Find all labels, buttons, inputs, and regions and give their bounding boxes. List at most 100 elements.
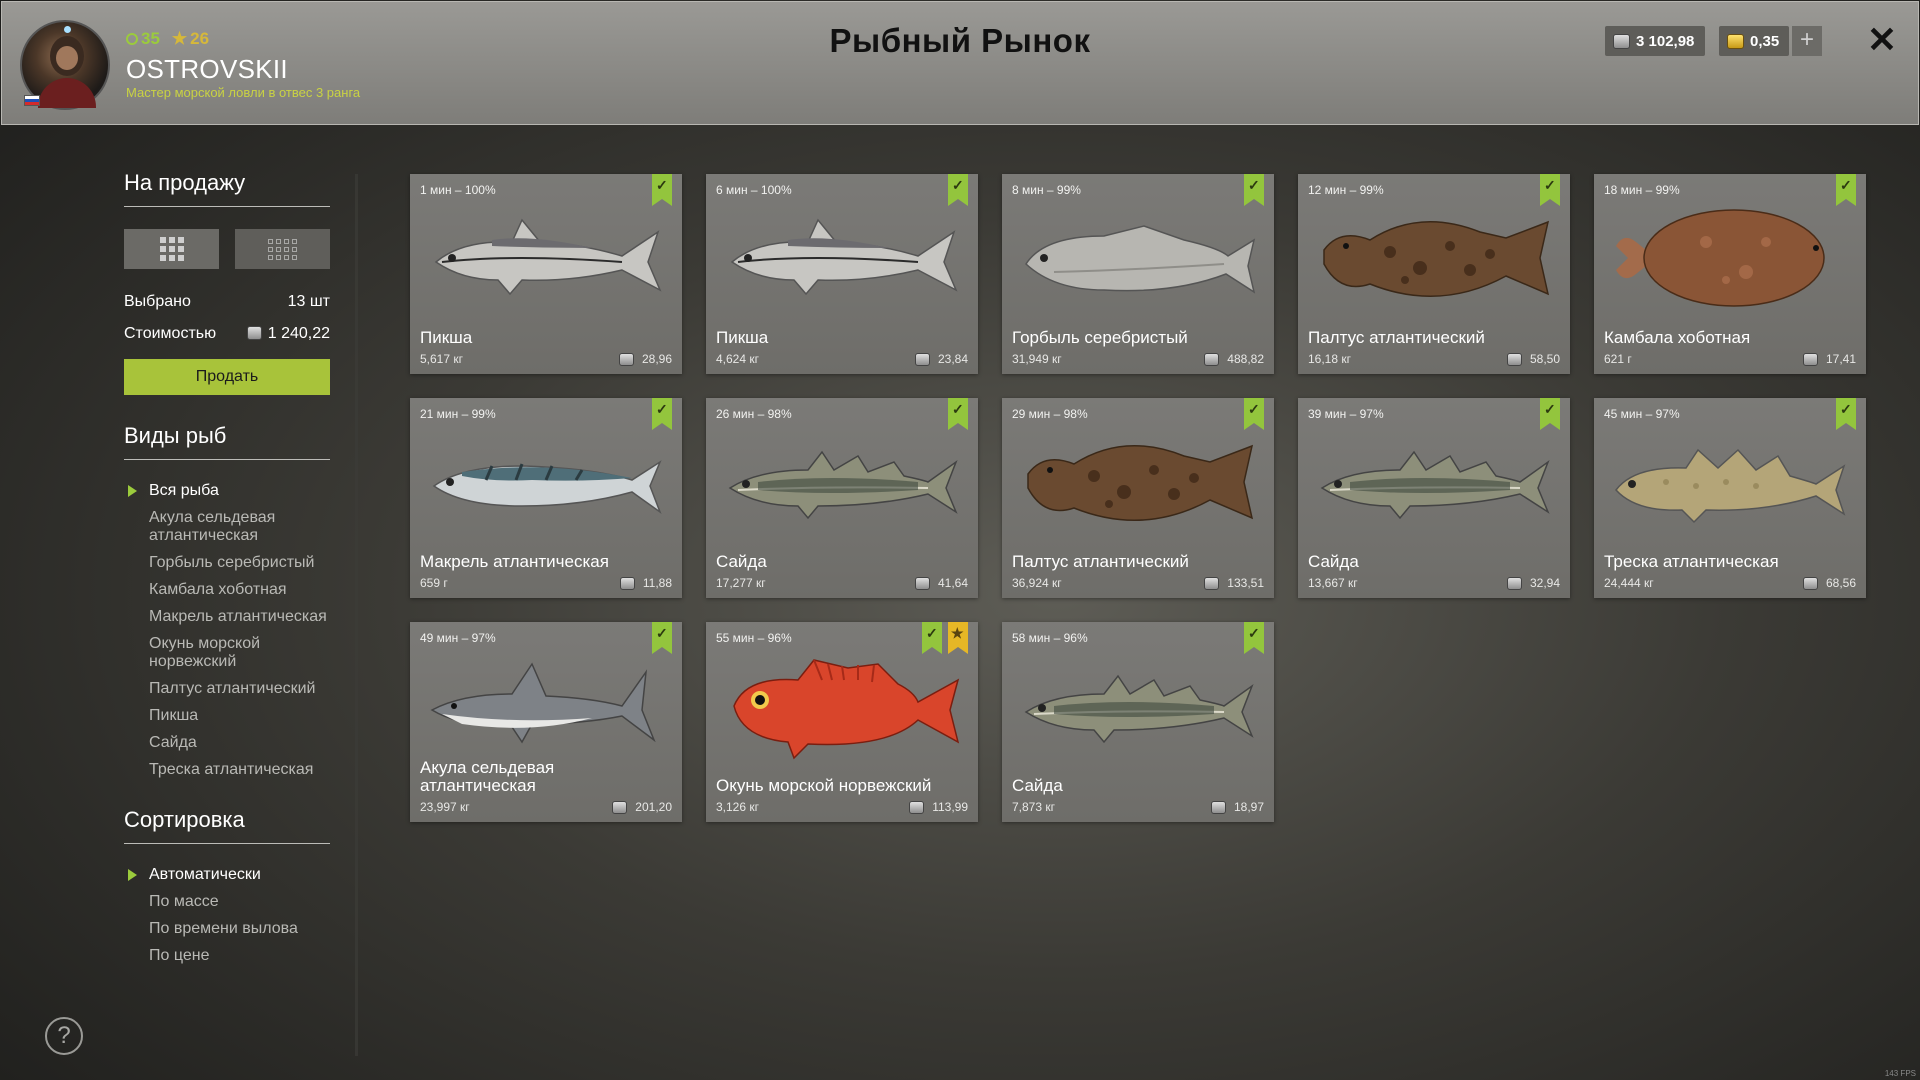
sort-option[interactable]: По времени вылова: [124, 920, 330, 938]
silver-coin-icon: [1802, 576, 1818, 590]
species-filter-item[interactable]: Окунь морской норвежский: [124, 635, 330, 671]
fish-price: 68,56: [1802, 576, 1856, 590]
fish-image: [1014, 202, 1262, 314]
player-rank: Мастер морской ловли в отвес 3 ранга: [126, 85, 361, 100]
species-filter-item[interactable]: Сайда: [124, 734, 330, 752]
fps-counter: 143 FPS: [1884, 1069, 1916, 1078]
silver-coin-icon: [1802, 352, 1818, 366]
view-toggle: [124, 229, 330, 269]
species-filter-item[interactable]: Палтус атлантический: [124, 680, 330, 698]
fish-name: Палтус атлантический: [1308, 328, 1485, 347]
species-filter-item[interactable]: Акула сельдевая атлантическая: [124, 509, 330, 545]
fish-image: [1014, 426, 1262, 538]
avatar-body: [38, 78, 96, 108]
fish-card[interactable]: 12 мин – 99% Палтус атлантический 16,18 к…: [1298, 174, 1570, 374]
help-button[interactable]: ?: [45, 1017, 83, 1055]
large-grid-icon: [159, 237, 184, 261]
sidebar: На продажу Выбрано 13 шт Стоимостью 1 24…: [124, 170, 330, 974]
fish-image: [422, 426, 670, 538]
catch-time: 21 мин – 99%: [420, 407, 496, 421]
catch-time: 55 мин – 96%: [716, 631, 792, 645]
close-button[interactable]: ✕: [1864, 20, 1900, 60]
fish-price: 133,51: [1204, 576, 1264, 590]
sort-option[interactable]: Автоматически: [124, 866, 330, 884]
catch-time: 39 мин – 97%: [1308, 407, 1384, 421]
species-section-title: Виды рыб: [124, 423, 330, 460]
sale-section-title: На продажу: [124, 170, 330, 207]
catch-time: 6 мин – 100%: [716, 183, 792, 197]
fish-card[interactable]: 21 мин – 99% Макрель атлантическая 659 г 1…: [410, 398, 682, 598]
gold-balance: 0,35: [1719, 26, 1789, 56]
fish-card[interactable]: 45 мин – 97% Треска атлантическая 24,444 …: [1594, 398, 1866, 598]
species-filter-item[interactable]: Треска атлантическая: [124, 761, 330, 779]
fish-card[interactable]: 18 мин – 99% Камбала хоботная 621 г 17,41: [1594, 174, 1866, 374]
fish-weight: 5,617 кг: [420, 352, 463, 366]
silver-coin-icon: [619, 576, 635, 590]
fish-card[interactable]: 49 мин – 97% Акула сельдевая атлантическ…: [410, 622, 682, 822]
fish-image: [1310, 426, 1558, 538]
fish-image: [422, 650, 670, 762]
fish-weight: 3,126 кг: [716, 800, 759, 814]
silver-coin-icon: [1613, 33, 1630, 49]
fish-image: [1606, 426, 1854, 538]
fish-weight: 36,924 кг: [1012, 576, 1062, 590]
fish-price: 113,99: [909, 800, 968, 814]
catch-time: 8 мин – 99%: [1012, 183, 1081, 197]
fish-price: 58,50: [1506, 352, 1560, 366]
small-grid-view-button[interactable]: [235, 229, 330, 269]
fish-price: 11,88: [619, 576, 672, 590]
gold-coin-icon: [1727, 33, 1744, 49]
fish-weight: 621 г: [1604, 352, 1632, 366]
species-filter-item[interactable]: Макрель атлантическая: [124, 608, 330, 626]
fish-card[interactable]: 58 мин – 96% Сайда 7,873 кг 18,97: [1002, 622, 1274, 822]
fish-name: Макрель атлантическая: [420, 552, 609, 571]
catch-time: 29 мин – 98%: [1012, 407, 1088, 421]
fish-weight: 23,997 кг: [420, 800, 470, 814]
species-filter-item[interactable]: Пикша: [124, 707, 330, 725]
silver-coin-icon: [246, 326, 262, 340]
fish-name: Горбыль серебристый: [1012, 328, 1188, 347]
silver-coin-icon: [1506, 576, 1522, 590]
species-filter-item[interactable]: Горбыль серебристый: [124, 554, 330, 572]
silver-coin-icon: [909, 800, 925, 814]
fish-name: Сайда: [716, 552, 767, 571]
species-filter-item[interactable]: Камбала хоботная: [124, 581, 330, 599]
catch-time: 49 мин – 97%: [420, 631, 496, 645]
fish-weight: 13,667 кг: [1308, 576, 1358, 590]
sidebar-divider: [355, 174, 358, 1056]
species-filter-item[interactable]: Вся рыба: [124, 482, 330, 500]
fish-card[interactable]: 55 мин – 96% Окунь морской норвежский 3,1…: [706, 622, 978, 822]
fish-weight: 31,949 кг: [1012, 352, 1062, 366]
silver-coin-icon: [1204, 576, 1220, 590]
fish-card[interactable]: 39 мин – 97% Сайда 13,667 кг 32,94: [1298, 398, 1570, 598]
add-currency-button[interactable]: +: [1792, 26, 1822, 56]
fish-price: 28,96: [618, 352, 672, 366]
fish-card[interactable]: 1 мин – 100% Пикша 5,617 кг 28,96: [410, 174, 682, 374]
silver-coin-icon: [618, 352, 634, 366]
fish-image: [718, 650, 966, 762]
species-filter-list: Вся рыба Акула сельдевая атлантическая Г…: [124, 482, 330, 779]
small-grid-icon: [268, 238, 297, 260]
fish-name: Пикша: [420, 328, 473, 347]
sort-option[interactable]: По массе: [124, 893, 330, 911]
fish-name: Окунь морской норвежский: [716, 776, 932, 795]
catch-time: 45 мин – 97%: [1604, 407, 1680, 421]
fish-image: [718, 426, 966, 538]
fish-card[interactable]: 26 мин – 98% Сайда 17,277 кг 41,64: [706, 398, 978, 598]
fish-price: 18,97: [1210, 800, 1264, 814]
sort-section-title: Сортировка: [124, 807, 330, 844]
fish-card[interactable]: 8 мин – 99% Горбыль серебристый 31,949 кг…: [1002, 174, 1274, 374]
fish-weight: 16,18 кг: [1308, 352, 1351, 366]
sell-button[interactable]: Продать: [124, 359, 330, 395]
silver-coin-icon: [1506, 352, 1522, 366]
fish-card[interactable]: 29 мин – 98% Палтус атлантический 36,924 …: [1002, 398, 1274, 598]
top-bar: 35 ★ 26 OSTROVSKII Мастер морской ловли в…: [1, 1, 1919, 125]
silver-coin-icon: [914, 576, 930, 590]
russia-flag-icon: [24, 95, 40, 106]
fish-image: [1014, 650, 1262, 762]
fish-card[interactable]: 6 мин – 100% Пикша 4,624 кг 23,84: [706, 174, 978, 374]
sort-option[interactable]: По цене: [124, 947, 330, 965]
large-grid-view-button[interactable]: [124, 229, 219, 269]
silver-balance: 3 102,98: [1605, 26, 1705, 56]
fish-price: 23,84: [914, 352, 968, 366]
